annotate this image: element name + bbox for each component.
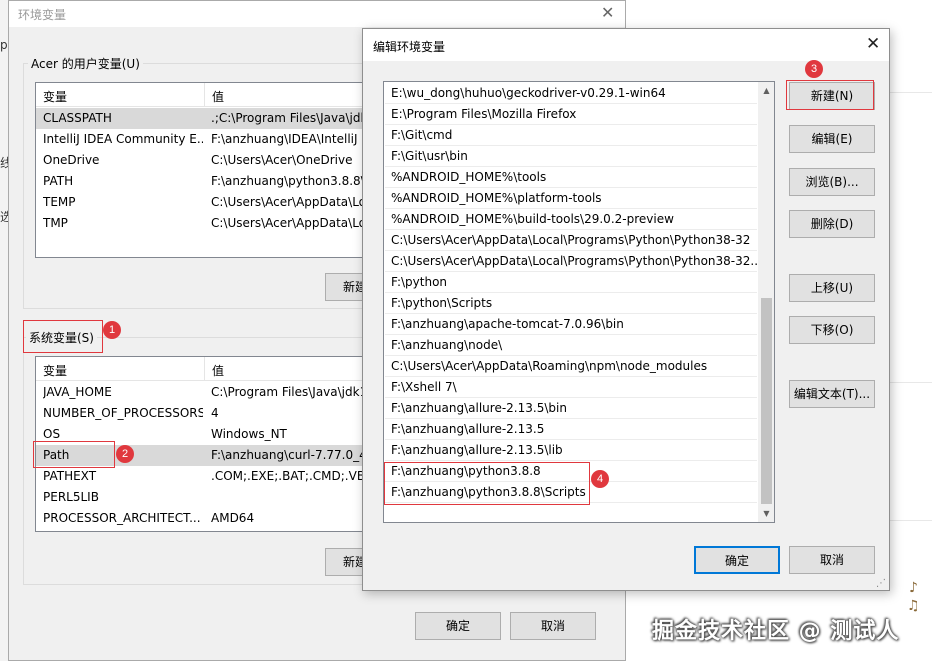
dialog-titlebar: 环境变量 ✕ bbox=[9, 1, 625, 27]
list-item[interactable]: E:\Program Files\Mozilla Firefox bbox=[385, 104, 757, 125]
edit-text-button[interactable]: 编辑文本(T)... bbox=[789, 380, 875, 408]
list-item[interactable]: F:\anzhuang\allure-2.13.5\bin bbox=[385, 398, 757, 419]
list-item[interactable]: F:\anzhuang\allure-2.13.5\lib bbox=[385, 440, 757, 461]
browse-button[interactable]: 浏览(B)... bbox=[789, 168, 875, 196]
move-up-button[interactable]: 上移(U) bbox=[789, 274, 875, 302]
dialog-title: 编辑环境变量 bbox=[373, 40, 446, 54]
ok-button[interactable]: 确定 bbox=[415, 612, 501, 640]
user-variables-label: Acer 的用户变量(U) bbox=[28, 55, 143, 72]
list-item[interactable]: F:\anzhuang\allure-2.13.5 bbox=[385, 419, 757, 440]
cancel-button[interactable]: 取消 bbox=[789, 546, 875, 574]
list-item[interactable]: F:\Git\cmd bbox=[385, 125, 757, 146]
annotation-highlight-box bbox=[384, 462, 590, 505]
list-item[interactable]: C:\Users\Acer\AppData\Local\Programs\Pyt… bbox=[385, 251, 762, 272]
column-header-value[interactable]: 值 bbox=[212, 362, 224, 379]
list-item[interactable]: %ANDROID_HOME%\tools bbox=[385, 167, 757, 188]
list-item[interactable]: %ANDROID_HOME%\platform-tools bbox=[385, 188, 757, 209]
list-item[interactable]: %ANDROID_HOME%\build-tools\29.0.2-previe… bbox=[385, 209, 757, 230]
background-text-fragment: p bbox=[0, 38, 8, 52]
list-item[interactable]: C:\Users\Acer\AppData\Roaming\npm\node_m… bbox=[385, 356, 757, 377]
list-item[interactable]: F:\anzhuang\node\ bbox=[385, 335, 757, 356]
list-item[interactable]: C:\Users\Acer\AppData\Local\Programs\Pyt… bbox=[385, 230, 757, 251]
move-down-button[interactable]: 下移(O) bbox=[789, 316, 875, 344]
annotation-highlight-box bbox=[33, 441, 115, 468]
annotation-badge: 3 bbox=[805, 60, 823, 78]
dialog-titlebar: 编辑环境变量 ✕ bbox=[363, 29, 889, 61]
music-note-icon: ♫ bbox=[907, 598, 920, 614]
delete-button[interactable]: 删除(D) bbox=[789, 210, 875, 238]
annotation-badge: 4 bbox=[591, 470, 609, 488]
watermark: 掘金技术社区 @ 测试人 bbox=[652, 619, 900, 644]
list-item[interactable]: F:\python\Scripts bbox=[385, 293, 757, 314]
close-icon[interactable]: ✕ bbox=[866, 34, 880, 54]
edit-button[interactable]: 编辑(E) bbox=[789, 125, 875, 153]
scrollbar-thumb[interactable] bbox=[761, 298, 772, 504]
background-window-right bbox=[890, 0, 932, 661]
column-header-value[interactable]: 值 bbox=[212, 88, 224, 105]
annotation-badge: 2 bbox=[116, 445, 134, 463]
annotation-highlight-box bbox=[786, 80, 874, 110]
music-note-icon: ♪ bbox=[909, 580, 918, 596]
list-item[interactable]: E:\wu_dong\huhuo\geckodriver-v0.29.1-win… bbox=[385, 83, 757, 104]
edit-environment-variable-dialog: 编辑环境变量 ✕ E:\wu_dong\huhuo\geckodriver-v0… bbox=[362, 28, 890, 591]
resize-grip-icon[interactable]: ⋰ bbox=[876, 578, 886, 589]
list-item[interactable]: F:\Xshell 7\ bbox=[385, 377, 757, 398]
ok-button[interactable]: 确定 bbox=[694, 546, 780, 574]
column-header-variable[interactable]: 变量 bbox=[43, 362, 67, 379]
list-item[interactable]: F:\python bbox=[385, 272, 757, 293]
scroll-up-icon[interactable]: ▲ bbox=[758, 82, 774, 99]
column-header-variable[interactable]: 变量 bbox=[43, 88, 67, 105]
annotation-badge: 1 bbox=[103, 321, 121, 339]
path-entries-list[interactable]: E:\wu_dong\huhuo\geckodriver-v0.29.1-win… bbox=[383, 81, 775, 523]
annotation-highlight-box bbox=[23, 320, 103, 353]
close-icon[interactable]: ✕ bbox=[601, 3, 614, 22]
scroll-down-icon[interactable]: ▼ bbox=[758, 505, 774, 522]
vertical-scrollbar[interactable]: ▲ ▼ bbox=[758, 82, 774, 522]
list-item[interactable]: F:\Git\usr\bin bbox=[385, 146, 757, 167]
dialog-title: 环境变量 bbox=[18, 8, 67, 22]
list-item[interactable]: F:\anzhuang\apache-tomcat-7.0.96\bin bbox=[385, 314, 757, 335]
cancel-button[interactable]: 取消 bbox=[510, 612, 596, 640]
